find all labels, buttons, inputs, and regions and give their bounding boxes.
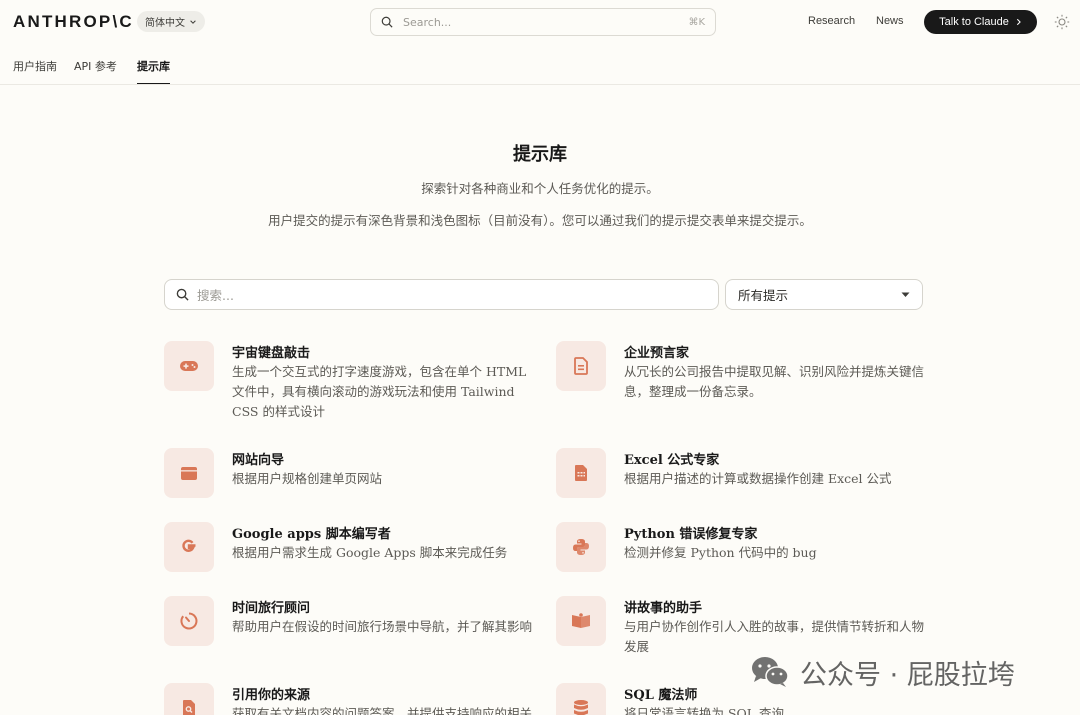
- card-icon-tile: [164, 596, 214, 646]
- card-description: 检测并修复 Python 代码中的 bug: [624, 545, 817, 560]
- docs-search-input[interactable]: Search... ⌘K: [370, 8, 716, 36]
- language-label: 简体中文: [145, 18, 185, 29]
- page-title: 提示库: [513, 144, 567, 165]
- search-icon: [176, 288, 189, 301]
- card-description: 根据用户描述的计算或数据操作创建 Excel 公式: [624, 471, 892, 486]
- card-description: 根据用户规格创建单页网站: [232, 471, 383, 486]
- prompt-category-value: 所有提示: [738, 288, 789, 303]
- card-description: 帮助用户在假设的时间旅行场景中导航，并了解其影响: [232, 619, 533, 634]
- prompt-search-placeholder: 搜索...: [197, 288, 234, 303]
- card-icon-tile: [164, 683, 214, 715]
- card-title: 网站向导: [232, 453, 285, 468]
- card-icon-tile: [556, 522, 606, 572]
- nav-news-link[interactable]: News: [876, 15, 904, 27]
- python-icon: [573, 539, 589, 555]
- top-header: ANTHROP\C 简体中文 Search... ⌘K Research New…: [0, 0, 1080, 46]
- nav-research-link[interactable]: Research: [808, 15, 855, 27]
- open-book-icon: [572, 613, 590, 628]
- wechat-icon: [752, 657, 789, 687]
- card-icon-tile: [164, 522, 214, 572]
- document-icon: [574, 357, 588, 375]
- search-shortcut: ⌘K: [688, 16, 705, 28]
- card-title: Excel 公式专家: [624, 453, 720, 468]
- cta-label: Talk to Claude: [939, 16, 1009, 28]
- spreadsheet-icon: [575, 465, 587, 481]
- page-intro: 探索针对各种商业和个人任务优化的提示。: [421, 181, 659, 196]
- tab-prompt-library[interactable]: 提示库: [137, 58, 170, 84]
- chevron-down-icon: [190, 19, 196, 24]
- google-icon: [182, 539, 196, 552]
- browser-window-icon: [181, 466, 197, 480]
- card-title: Python 错误修复专家: [624, 527, 758, 542]
- page-submission-note: 用户提交的提示有深色背景和浅色图标（目前没有）。您可以通过我们的提示提交表单来提…: [268, 213, 812, 228]
- document-search-icon: [183, 700, 195, 715]
- card-description: 将日常语言转换为 SQL 查询: [624, 706, 785, 715]
- docs-subnav: 用户指南 API 参考 提示库: [0, 46, 1080, 85]
- database-icon: [574, 700, 588, 715]
- card-icon-tile: [556, 448, 606, 498]
- card-title: 宇宙键盘敲击: [232, 346, 311, 361]
- card-icon-tile: [556, 341, 606, 391]
- gamepad-icon: [180, 361, 198, 371]
- card-title: SQL 魔法师: [624, 688, 698, 703]
- sun-icon[interactable]: [1054, 14, 1070, 30]
- card-title: 企业预言家: [624, 346, 690, 361]
- card-title: 时间旅行顾问: [232, 601, 311, 616]
- timer-icon: [180, 612, 198, 630]
- card-description: 根据用户需求生成 Google Apps 脚本来完成任务: [232, 545, 508, 560]
- card-icon-tile: [556, 596, 606, 646]
- talk-to-claude-button[interactable]: Talk to Claude: [924, 10, 1037, 34]
- watermark-text: 公众号 · 屁股拉垮: [800, 659, 1015, 691]
- tab-api-reference[interactable]: API 参考: [74, 58, 117, 83]
- prompt-category-select[interactable]: 所有提示: [725, 279, 923, 310]
- card-description: 与用户协作创作引人入胜的故事，提供情节转折和人物发展: [624, 619, 925, 654]
- card-description: 获取有关文档内容的问题答案，并提供支持响应的相关: [232, 706, 533, 715]
- card-icon-tile: [556, 683, 606, 715]
- prompt-search-input[interactable]: 搜索...: [164, 279, 719, 310]
- chevron-right-icon: [1016, 18, 1021, 26]
- card-description: 从冗长的公司报告中提取见解、识别风险并提炼关键信息，整理成一份备忘录。: [624, 364, 925, 399]
- card-description: 生成一个交互式的打字速度游戏，包含在单个 HTML 文件中，具有横向滚动的游戏玩…: [232, 364, 527, 419]
- search-placeholder: Search...: [403, 15, 452, 29]
- card-icon-tile: [164, 341, 214, 391]
- tab-user-guide[interactable]: 用户指南: [13, 58, 57, 83]
- anthropic-logo[interactable]: ANTHROP\C: [13, 12, 134, 32]
- language-selector[interactable]: 简体中文: [137, 11, 205, 32]
- card-icon-tile: [164, 448, 214, 498]
- card-title: Google apps 脚本编写者: [232, 527, 391, 542]
- wechat-watermark: 公众号 · 屁股拉垮: [750, 652, 1015, 692]
- caret-down-icon: [901, 292, 910, 297]
- card-title: 引用你的来源: [232, 688, 311, 703]
- search-icon: [381, 16, 393, 28]
- card-title: 讲故事的助手: [624, 601, 703, 616]
